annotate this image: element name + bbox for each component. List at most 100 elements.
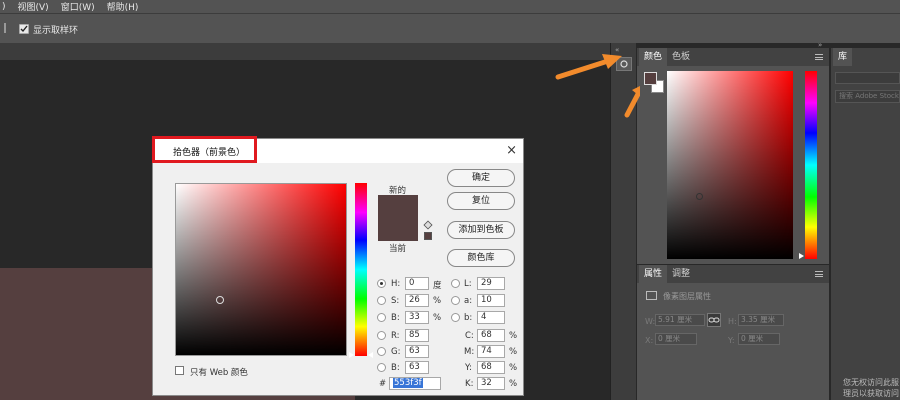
a-channel-radio[interactable] — [451, 296, 460, 305]
blue-label: B: — [391, 363, 400, 373]
h-label: H: — [728, 317, 737, 326]
pixel-layer-icon — [646, 291, 657, 300]
current-color-swatch[interactable] — [378, 218, 418, 241]
hex-label: # — [379, 379, 387, 389]
saturation-label: S: — [391, 296, 400, 306]
w-label: W: — [645, 317, 656, 326]
tab-properties[interactable]: 属性 — [639, 265, 668, 283]
a-channel-label: a: — [464, 296, 473, 306]
document-tab-strip — [0, 43, 610, 60]
menu-item-help[interactable]: 帮助(H) — [107, 0, 139, 13]
panel-menu-icon[interactable] — [815, 54, 823, 60]
hex-value-selected: 553f3f — [393, 378, 423, 388]
menu-item-edit[interactable]: ) — [2, 2, 6, 12]
web-colors-only-label: 只有 Web 颜色 — [190, 368, 248, 378]
magenta-label: M: — [464, 347, 475, 357]
red-radio[interactable] — [377, 331, 386, 340]
saturation-radio[interactable] — [377, 296, 386, 305]
hex-field[interactable]: 553f3f — [389, 377, 441, 390]
reset-button[interactable]: 复位 — [447, 192, 515, 210]
green-field[interactable]: 63 — [405, 345, 429, 358]
x-label: X: — [645, 336, 654, 345]
saturation-unit: % — [433, 296, 442, 306]
tab-adjustments[interactable]: 调整 — [667, 265, 695, 283]
hue-radio[interactable] — [377, 279, 386, 288]
height-field[interactable]: 3.35 厘米 — [738, 314, 784, 326]
menu-item-window[interactable]: 窗口(W) — [61, 0, 95, 13]
library-panel-header: 库 — [831, 48, 900, 66]
hue-slider-left-handle[interactable] — [349, 352, 354, 358]
options-bar: 显示取样环 — [0, 13, 900, 43]
b-channel-label: b: — [464, 313, 473, 323]
width-field[interactable]: 5.91 厘米 — [655, 314, 705, 326]
options-divider — [4, 23, 6, 33]
properties-panel-header: 属性 调整 — [637, 265, 829, 283]
brightness-label: B: — [391, 313, 400, 323]
color-libraries-button[interactable]: 颜色库 — [447, 249, 515, 267]
library-message-line2: 理员以获取访问 — [843, 389, 899, 398]
tab-swatches[interactable]: 色板 — [667, 48, 695, 66]
stock-search-input[interactable]: 搜索 Adobe Stock — [835, 90, 900, 103]
current-color-label: 当前 — [389, 244, 407, 254]
show-sampling-ring-label: 显示取样环 — [33, 26, 79, 36]
hue-slider-handle[interactable] — [799, 253, 804, 259]
color-field[interactable] — [667, 71, 793, 259]
color-field-cursor[interactable] — [696, 193, 703, 200]
color-field-cursor[interactable] — [216, 296, 224, 304]
web-safe-swatch-icon[interactable] — [424, 232, 432, 240]
yellow-field[interactable]: 68 — [477, 361, 505, 374]
checkmark-icon — [20, 25, 28, 33]
blue-field[interactable]: 63 — [405, 361, 429, 374]
black-unit: % — [509, 379, 518, 389]
hue-slider[interactable] — [805, 71, 817, 259]
collapse-panels-icon[interactable]: » — [818, 41, 822, 49]
menu-item-view[interactable]: 视图(V) — [18, 0, 49, 13]
link-icon[interactable] — [707, 313, 721, 327]
y-field[interactable]: 0 厘米 — [738, 333, 780, 345]
library-dropdown[interactable] — [835, 72, 900, 84]
lightness-field[interactable]: 29 — [477, 277, 505, 290]
add-to-swatches-button[interactable]: 添加到色板 — [447, 221, 515, 239]
foreground-color-swatch[interactable] — [644, 72, 657, 85]
hue-slider[interactable] — [355, 183, 367, 356]
a-channel-field[interactable]: 10 — [477, 294, 505, 307]
red-label: R: — [391, 331, 400, 341]
color-panel-header: 颜色 色板 — [637, 48, 829, 66]
new-color-swatch — [378, 195, 418, 218]
hue-field[interactable]: 0 — [405, 277, 429, 290]
properties-panel: 属性 调整 像素图层属性 W: 5.91 厘米 H: 3.35 厘米 X: 0 … — [637, 265, 829, 400]
saturation-brightness-field[interactable] — [175, 183, 347, 356]
arrow-shaft-bottom — [624, 91, 640, 118]
cyan-field[interactable]: 68 — [477, 329, 505, 342]
ok-button[interactable]: 确定 — [447, 169, 515, 187]
menu-bar: ) 视图(V) 窗口(W) 帮助(H) — [0, 0, 900, 13]
title-highlight-box — [152, 136, 257, 163]
show-sampling-ring-checkbox[interactable] — [19, 24, 29, 34]
black-label: K: — [465, 379, 474, 389]
lightness-radio[interactable] — [451, 279, 460, 288]
magenta-unit: % — [509, 347, 518, 357]
green-radio[interactable] — [377, 347, 386, 356]
b-channel-field[interactable]: 4 — [477, 311, 505, 324]
blue-radio[interactable] — [377, 363, 386, 372]
magenta-field[interactable]: 74 — [477, 345, 505, 358]
color-picker-dialog: 拾色器（前景色） × 新的 当前 确定 复位 添加到色板 颜色库 H: 0 度 … — [152, 138, 524, 396]
hue-unit: 度 — [433, 281, 442, 291]
x-field[interactable]: 0 厘米 — [655, 333, 697, 345]
web-colors-only-checkbox[interactable] — [175, 366, 184, 375]
brightness-field[interactable]: 33 — [405, 311, 429, 324]
b-channel-radio[interactable] — [451, 313, 460, 322]
hue-label: H: — [391, 279, 401, 289]
black-field[interactable]: 32 — [477, 377, 505, 390]
tab-color[interactable]: 颜色 — [639, 48, 668, 66]
close-icon[interactable]: × — [506, 143, 517, 158]
saturation-field[interactable]: 26 — [405, 294, 429, 307]
library-panel: 库 搜索 Adobe Stock 您无权访问此服 理员以获取访问 — [831, 48, 900, 400]
panel-menu-icon[interactable] — [815, 271, 823, 277]
yellow-unit: % — [509, 363, 518, 373]
arrow-head-top — [602, 54, 622, 69]
tab-library[interactable]: 库 — [833, 48, 853, 66]
hue-slider-right-handle[interactable] — [368, 352, 373, 358]
red-field[interactable]: 85 — [405, 329, 429, 342]
brightness-radio[interactable] — [377, 313, 386, 322]
